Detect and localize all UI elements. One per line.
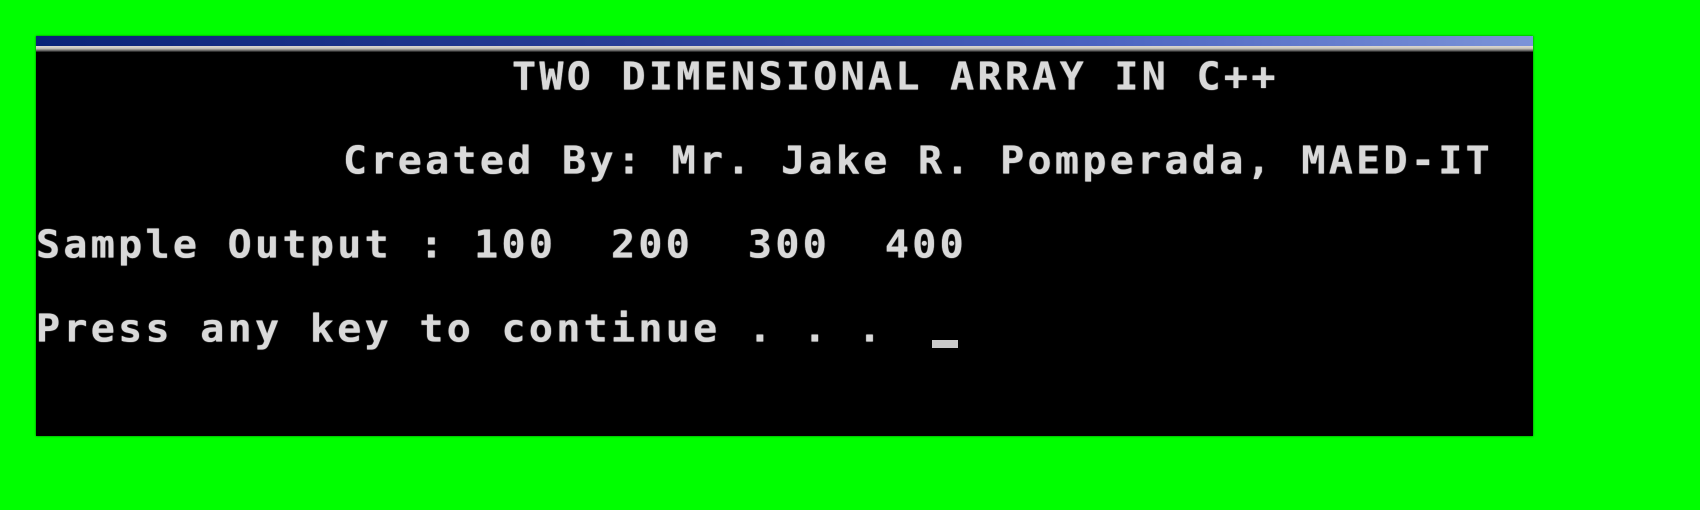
author-line: Created By: Mr. Jake R. Pomperada, MAED-…: [343, 139, 1494, 183]
title-bar[interactable]: [36, 36, 1533, 46]
console-output-area[interactable]: TWO DIMENSIONAL ARRAY IN C++ Created By:…: [36, 52, 1533, 436]
program-title-line: TWO DIMENSIONAL ARRAY IN C++: [512, 55, 1279, 99]
console-window[interactable]: TWO DIMENSIONAL ARRAY IN C++ Created By:…: [36, 36, 1533, 436]
press-any-key-prompt: Press any key to continue . . .: [36, 307, 885, 351]
blinking-cursor: [932, 340, 958, 348]
sample-output-line: Sample Output : 100 200 300 400: [36, 223, 967, 267]
